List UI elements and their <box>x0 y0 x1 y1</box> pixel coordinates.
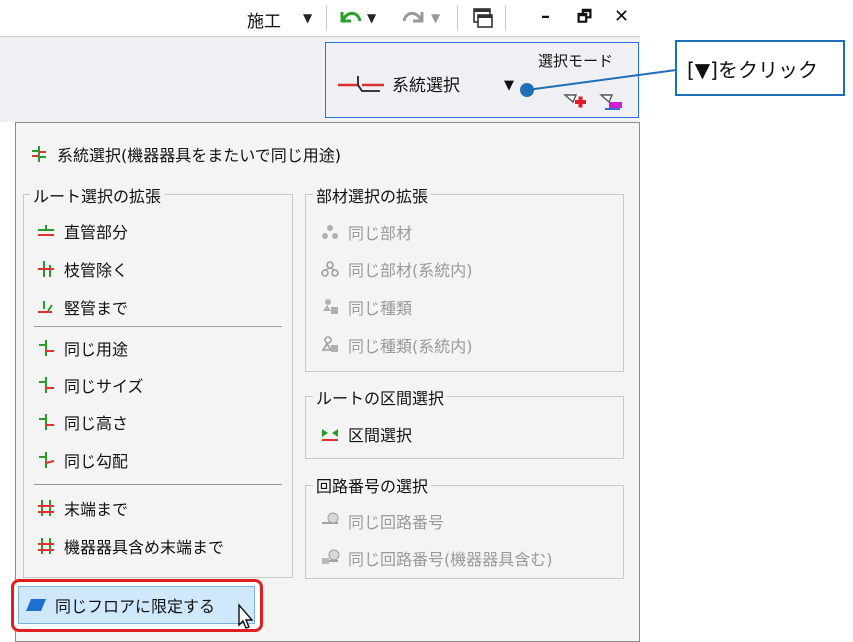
same-height-icon <box>39 414 54 430</box>
menu-item-same-circuit-incl-equipment: 同じ回路番号(機器器具含む) <box>320 546 553 570</box>
system-select-icon[interactable] <box>336 71 386 97</box>
menu-item-same-height[interactable]: 同じ高さ <box>36 410 128 434</box>
same-circuit-equipment-icon <box>322 549 340 564</box>
ribbon: 選択モード 系統選択 ▼ <box>0 36 640 122</box>
menu-item-label: 同じ種類(系統内) <box>348 337 473 356</box>
toolbar-separator <box>505 5 506 31</box>
toolbar-separator <box>457 5 458 31</box>
route-section-title: ルートの区間選択 <box>313 385 448 409</box>
menu-item-to-end[interactable]: 末端まで <box>36 496 128 520</box>
restore-button[interactable]: 🗗 <box>577 6 592 33</box>
callout-box: [▼]をクリック <box>675 40 845 96</box>
tab-selector-label[interactable]: 施工 <box>247 7 281 32</box>
route-extension-title: ルート選択の拡張 <box>30 183 165 207</box>
menu-item-same-type-in-system: 同じ種類(系統内) <box>320 333 473 357</box>
floor-limit-highlight: 同じフロアに限定する <box>11 579 263 632</box>
same-size-icon <box>39 377 54 393</box>
remove-selection-icon[interactable] <box>598 89 624 115</box>
selection-mode-label[interactable]: 系統選択 <box>392 71 460 96</box>
floor-icon <box>26 599 46 611</box>
menu-item-label: 直管部分 <box>64 223 129 242</box>
system-select-small-icon <box>32 146 46 162</box>
menu-item-label: 同じ高さ <box>64 414 129 433</box>
menu-item-label: 同じサイズ <box>64 377 144 396</box>
menu-item-same-circuit: 同じ回路番号 <box>320 509 444 533</box>
same-floor-label: 同じフロアに限定する <box>55 597 216 616</box>
same-floor-toggle-button[interactable]: 同じフロアに限定する <box>18 586 255 624</box>
menu-item-label: 枝管除く <box>64 261 129 280</box>
section-select-icon <box>322 429 338 441</box>
menu-item-same-size[interactable]: 同じサイズ <box>36 373 144 397</box>
same-slope-icon <box>39 452 55 468</box>
menu-item-to-vertical-pipe[interactable]: 竪管まで <box>36 295 128 319</box>
menu-item-straight-pipe[interactable]: 直管部分 <box>36 219 128 243</box>
undo-dropdown-icon[interactable]: ▼ <box>367 11 376 25</box>
same-usage-icon <box>39 340 54 356</box>
menu-item-same-slope[interactable]: 同じ勾配 <box>36 448 128 472</box>
menu-item-same-usage[interactable]: 同じ用途 <box>36 336 128 360</box>
mouse-cursor-icon <box>238 603 254 629</box>
same-circuit-icon <box>322 512 339 524</box>
redo-icon <box>402 11 424 23</box>
redo-dropdown-icon: ▼ <box>431 11 441 25</box>
selection-mode-dropdown: 系統選択(機器器具をまたいで同じ用途) ルート選択の拡張 直管部分 枝管除く 竪… <box>15 122 640 642</box>
undo-icon[interactable] <box>338 6 364 30</box>
menu-item-label: 同じ勾配 <box>64 452 129 471</box>
tab-dropdown-icon[interactable]: ▼ <box>303 11 312 25</box>
to-end-icon <box>38 500 54 516</box>
menu-item-exclude-branch[interactable]: 枝管除く <box>36 257 128 281</box>
circuit-number-title: 回路番号の選択 <box>313 473 432 497</box>
menu-item-label: 同じ部材(系統内) <box>348 261 473 280</box>
to-end-equipment-icon <box>38 538 54 554</box>
menu-item-label: 同じ用途 <box>64 340 129 359</box>
menu-item-label: 系統選択(機器器具をまたいで同じ用途) <box>57 146 342 165</box>
window-icon[interactable] <box>470 6 496 30</box>
menu-item-same-member-in-system: 同じ部材(系統内) <box>320 257 473 281</box>
menu-item-to-end-incl-equipment[interactable]: 機器器具含め末端まで <box>36 534 224 558</box>
title-bar: 施工 ▼ ▼ ▼ – 🗗 ✕ <box>0 0 640 36</box>
menu-separator <box>34 484 282 485</box>
menu-item-label: 同じ回路番号(機器器具含む) <box>348 550 553 569</box>
minimize-button[interactable]: – <box>541 6 550 27</box>
callout-text: [▼]をクリック <box>687 58 818 82</box>
same-member-system-icon <box>321 261 339 277</box>
menu-item-label: 同じ部材 <box>348 224 413 243</box>
menu-item-same-type: 同じ種類 <box>320 295 412 319</box>
same-type-system-icon <box>321 336 338 352</box>
straight-pipe-icon <box>38 225 54 236</box>
menu-item-label: 同じ種類 <box>348 299 413 318</box>
menu-item-label: 末端まで <box>64 500 129 519</box>
add-selection-icon[interactable] <box>562 89 588 115</box>
selection-mode-title: 選択モード <box>538 52 614 70</box>
menu-separator <box>34 326 282 327</box>
menu-item-label: 区間選択 <box>348 426 413 445</box>
exclude-branch-icon <box>38 261 54 277</box>
menu-item-system-select[interactable]: 系統選択(機器器具をまたいで同じ用途) <box>29 142 341 166</box>
same-type-icon <box>323 299 338 314</box>
menu-item-same-member: 同じ部材 <box>320 220 412 244</box>
toolbar-separator <box>326 5 327 31</box>
same-member-icon <box>322 225 338 239</box>
selection-mode-dropdown-icon[interactable]: ▼ <box>504 78 514 93</box>
close-button[interactable]: ✕ <box>614 6 629 27</box>
selection-mode-group: 選択モード 系統選択 ▼ <box>325 42 639 118</box>
menu-item-section-select[interactable]: 区間選択 <box>320 422 412 446</box>
vertical-pipe-icon <box>38 301 53 313</box>
member-extension-title: 部材選択の拡張 <box>313 183 432 207</box>
menu-item-label: 竪管まで <box>64 299 129 318</box>
menu-item-label: 機器器具含め末端まで <box>64 538 225 557</box>
menu-item-label: 同じ回路番号 <box>348 513 445 532</box>
